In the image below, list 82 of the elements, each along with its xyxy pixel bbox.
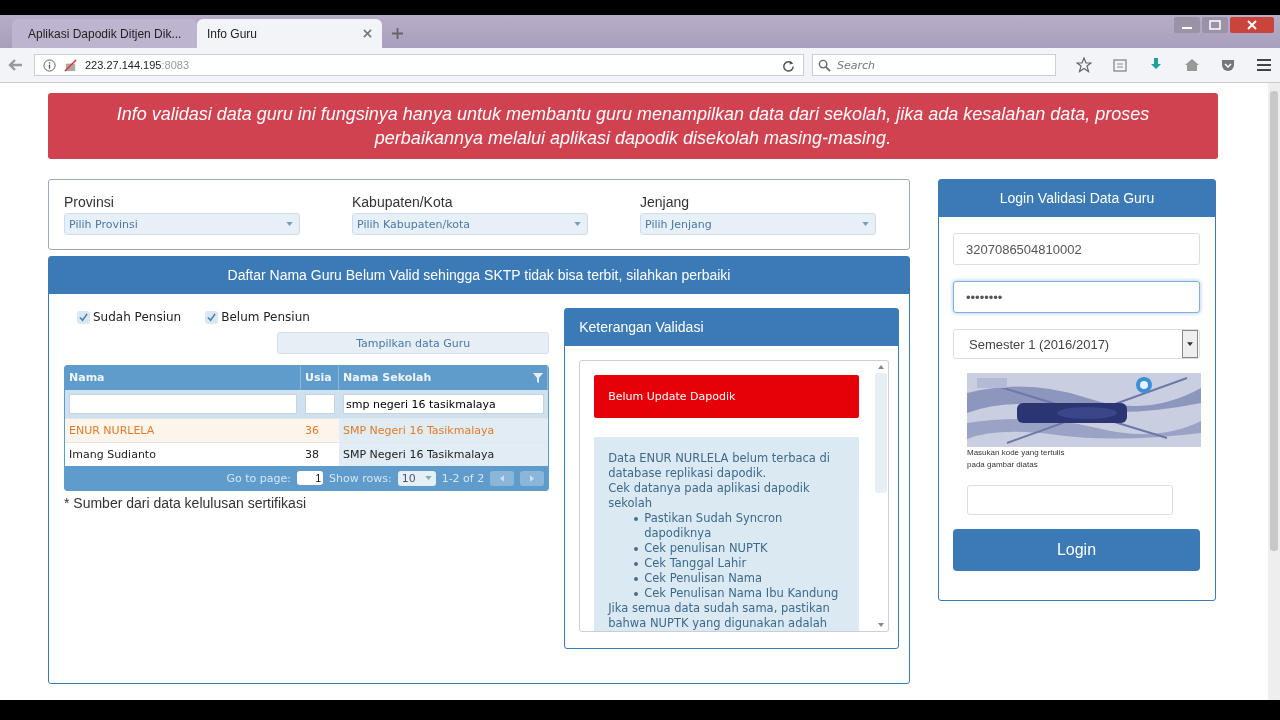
new-tab-icon[interactable] (392, 28, 403, 39)
note-text: Cek penulisan NUPTK (644, 541, 768, 556)
browser-tab[interactable]: Info Guru (197, 19, 382, 48)
menu-icon[interactable] (1256, 57, 1272, 73)
checkbox-label: Belum Pensiun (221, 310, 310, 324)
filter-label: Kabupaten/Kota (352, 194, 454, 210)
status-alert: Belum Update Dapodik (594, 375, 860, 418)
bullet-icon (634, 517, 639, 521)
checkbox-label: Sudah Pensiun (93, 310, 182, 324)
browser-tab[interactable]: Aplikasi Dapodik Ditjen Dik... (12, 19, 197, 48)
nik-field[interactable]: 3207086504810002 (953, 233, 1200, 265)
show-data-button[interactable]: Tampilkan data Guru (277, 332, 550, 354)
home-icon[interactable] (1184, 57, 1200, 73)
caret-icon (574, 222, 581, 226)
address-bar[interactable]: 223.27.144.195:8083 (34, 54, 804, 76)
note-text: Cek datanya pada aplikasi dapodik sekolah (608, 481, 811, 511)
note-text: Cek Penulisan Nama (644, 571, 763, 586)
previous-page-button[interactable] (490, 470, 515, 486)
bullet-icon (634, 547, 639, 551)
filter-dropdown[interactable]: Pilih Kabupaten/kota (352, 213, 588, 235)
next-page-button[interactable] (520, 470, 545, 486)
bullet-icon (634, 592, 639, 596)
caret-icon (862, 222, 869, 226)
maximize-icon[interactable] (1202, 17, 1228, 33)
info-banner: Info validasi data guru ini fungsinya hanya untuk membantu guru menampilkan data dari sekolah, jika ada kesalahan data, proses perbaikannya melalui aplikasi dapodik disekolah masing-masing. (48, 93, 1218, 159)
checkbox[interactable] (205, 310, 219, 324)
down-arrow-icon[interactable] (878, 623, 884, 627)
search-icon (818, 59, 831, 72)
page-field[interactable]: 1 (297, 471, 324, 485)
star-icon[interactable] (1076, 57, 1092, 73)
scrollbar[interactable] (1268, 83, 1280, 700)
footnote: * Sumber dari data kelulusan sertifikasi (64, 495, 307, 511)
caret-icon (286, 222, 293, 226)
search-field[interactable]: Search (812, 54, 1056, 76)
table-cell-text: 38 (304, 447, 320, 463)
panel-header: Login Validasi Data Guru (939, 180, 1215, 217)
filter-dropdown[interactable]: Pilih Jenjang (640, 213, 876, 235)
panel-header: Keterangan Validasi (565, 309, 898, 346)
captcha-hint: Masukan kode yang tertulis pada gambar diatas (967, 447, 1066, 471)
rows-dropdown[interactable]: 10 (397, 470, 436, 486)
caret-icon (1187, 342, 1193, 346)
page-range: 1-2 of 2 (441, 471, 485, 485)
column-filter-field[interactable] (69, 394, 297, 415)
login-button[interactable]: Login (953, 529, 1200, 571)
note-text: Cek Penulisan Nama Ibu Kandung (644, 586, 839, 601)
table-cell: SMP Negeri 16 Tasikmalaya (339, 419, 549, 442)
shield-icon[interactable] (1220, 57, 1236, 73)
note-text: Jika semua data sudah sama, pastikan bahwa NUPTK yang digunakan adalah (608, 601, 831, 631)
clipboard-icon[interactable] (1112, 57, 1128, 73)
up-arrow-icon[interactable] (878, 365, 884, 369)
table-row[interactable]: Imang Sudianto 38 SMP Negeri 16 Tasikmalaya (65, 442, 549, 466)
column-filter-field[interactable]: smp negeri 16 tasikmalaya (343, 394, 545, 415)
note-text: Cek Tanggal Lahir (644, 556, 747, 571)
filter-label: Jenjang (640, 194, 691, 210)
note-text: Pastikan Sudah Syncron dapodiknya (644, 511, 784, 541)
note-text: Data ENUR NURLELA belum terbaca di database replikasi dapodik. (608, 451, 832, 481)
left-arrow-icon (500, 474, 505, 482)
reload-icon[interactable] (782, 58, 795, 72)
table-cell: SMP Negeri 16 Tasikmalaya (339, 443, 549, 466)
info-icon (43, 58, 56, 72)
insecure-icon (64, 58, 77, 72)
close-icon[interactable] (1230, 17, 1274, 33)
password-field[interactable]: •••••••• (953, 281, 1200, 313)
caret-icon (424, 476, 432, 480)
captcha-field[interactable] (967, 485, 1173, 515)
table-cell-text: 36 (304, 423, 320, 439)
filter-label: Provinsi (64, 194, 115, 210)
table-cell-text: Imang Sudianto (68, 447, 157, 463)
pager-label: Go to page: (226, 471, 292, 485)
pager-label: Show rows: (329, 471, 392, 485)
checkbox[interactable] (77, 310, 90, 324)
close-icon[interactable] (363, 29, 372, 38)
minimize-icon[interactable] (1174, 17, 1200, 33)
right-arrow-icon (530, 474, 535, 482)
panel-header: Daftar Nama Guru Belum Valid sehingga SKTP tidak bisa terbit, silahkan perbaiki (49, 257, 909, 294)
semester-dropdown[interactable]: Semester 1 (2016/2017) (953, 329, 1200, 359)
bullet-icon (634, 562, 639, 566)
bullet-icon (634, 577, 639, 581)
table-cell-text: ENUR NURLELA (68, 423, 156, 439)
filter-icon[interactable] (533, 373, 544, 383)
column-filter-field[interactable] (305, 394, 335, 415)
filter-dropdown[interactable]: Pilih Provinsi (64, 213, 300, 235)
